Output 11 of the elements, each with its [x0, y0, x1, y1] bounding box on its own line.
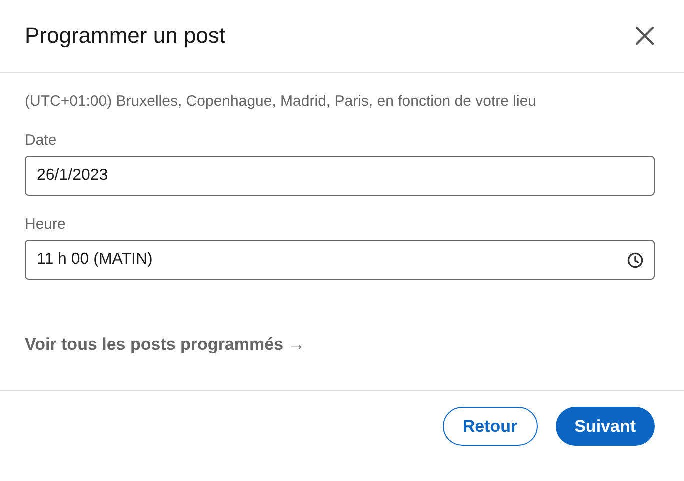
dialog-title: Programmer un post — [25, 23, 226, 49]
date-field[interactable]: 26/1/2023 — [25, 156, 655, 196]
close-icon[interactable] — [635, 26, 655, 46]
next-button[interactable]: Suivant — [556, 407, 655, 446]
field-label: Date — [25, 132, 57, 149]
timezone-text: (UTC+01:00) Bruxelles, Copenhague, Madrid, Paris, en fonction de votre lieu — [25, 93, 538, 110]
back-button[interactable]: Retour — [442, 407, 538, 446]
clock-icon[interactable] — [627, 252, 644, 268]
field-label: Heure — [25, 216, 66, 233]
scheduled-posts-link[interactable]: Voir tous les posts programmés → — [25, 335, 306, 355]
time-field[interactable]: 11 h 00 (MATIN) — [25, 240, 655, 280]
